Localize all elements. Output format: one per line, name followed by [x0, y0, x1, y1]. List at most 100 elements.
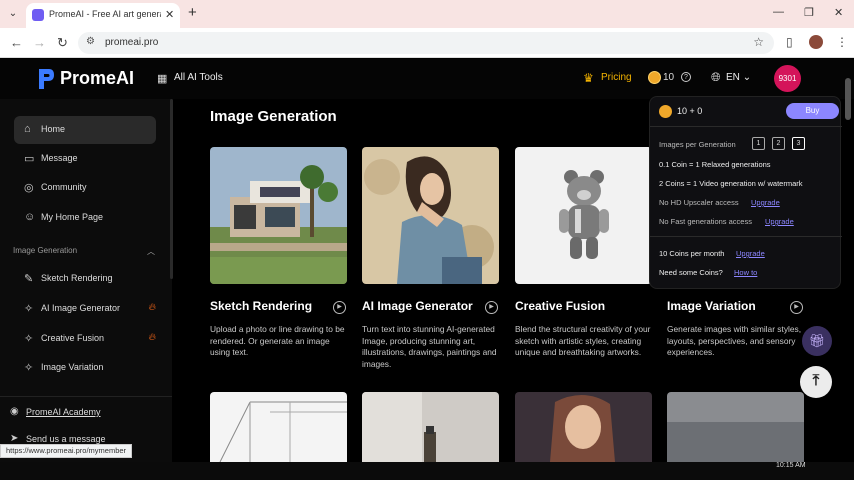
sidebar-item-label: Community [41, 182, 87, 192]
upgrade-plan-link[interactable]: Upgrade [736, 249, 765, 258]
language-selector[interactable]: EN ⌄ [726, 72, 751, 83]
hot-fire-icon: 🔥︎ [148, 302, 156, 313]
card-desc-sketch-rendering: Upload a photo or line drawing to be ren… [210, 324, 345, 357]
academy-link[interactable]: PromeAI Academy [26, 407, 101, 417]
relaxed-rate-text: 0.1 Coin = 1 Relaxed generations [659, 160, 771, 169]
message-icon: ▭ [24, 153, 35, 165]
user-avatar[interactable]: 9301 [774, 65, 801, 92]
send-message-link[interactable]: Send us a message [26, 434, 106, 444]
card-image-row2-3[interactable] [515, 392, 652, 462]
sidebar-item-ai-image-generator[interactable]: ✧ AI Image Generator 🔥︎ [14, 295, 156, 323]
site-info-icon[interactable]: ⚙ [86, 36, 95, 47]
upgrade-hd-link[interactable]: Upgrade [751, 198, 780, 207]
restore-icon[interactable]: ❐ [804, 6, 814, 19]
gift-icon[interactable]: 🎁︎ [802, 326, 832, 356]
card-title-image-variation[interactable]: Image Variation [667, 299, 756, 313]
sidebar-divider [0, 396, 172, 397]
images-per-generation-label: Images per Generation [659, 140, 736, 149]
buy-button[interactable]: Buy [786, 103, 839, 119]
sparkle-icon: ✧ [24, 303, 34, 315]
card-image-row2-1[interactable] [210, 392, 347, 462]
profile-avatar[interactable] [809, 35, 823, 49]
sidebar-item-creative-fusion[interactable]: ✧ Creative Fusion 🔥︎ [14, 325, 156, 353]
need-coins-text: Need some Coins? [659, 268, 723, 277]
coin-icon[interactable] [648, 71, 661, 84]
card-title-sketch-rendering[interactable]: Sketch Rendering [210, 299, 312, 313]
coins-popover: 10 + 0 Buy Images per Generation 1 2 3 0… [649, 96, 842, 289]
new-tab-icon[interactable]: + [188, 4, 197, 21]
sidebar-item-label: AI Image Generator [41, 303, 121, 313]
card-image-row2-2[interactable] [362, 392, 499, 462]
user-icon: ☺ [24, 211, 36, 223]
globe-icon[interactable]: 🌐︎ [711, 70, 721, 85]
card-desc-ai-image-generator: Turn text into stunning AI-generated Ima… [362, 324, 497, 369]
play-arrow-icon[interactable]: ▶ [333, 301, 346, 314]
sidebar-item-my-home-page[interactable]: ☺ My Home Page [14, 204, 156, 232]
tab-search-icon[interactable]: ⌄ [6, 7, 20, 21]
help-icon[interactable]: ? [681, 72, 691, 82]
no-fast-text: No Fast generations access [659, 217, 752, 226]
play-arrow-icon[interactable]: ▶ [485, 301, 498, 314]
back-icon[interactable]: ← [10, 35, 23, 50]
card-title-creative-fusion[interactable]: Creative Fusion [515, 299, 605, 313]
divider [650, 236, 842, 237]
address-bar[interactable]: ⚙ promeai.pro ☆ [78, 32, 774, 54]
pricing-link[interactable]: Pricing [601, 72, 632, 83]
images-option-2[interactable]: 2 [772, 137, 785, 150]
bookmark-star-icon[interactable]: ☆ [753, 35, 764, 49]
community-icon: ◎ [24, 182, 34, 194]
coins-per-month-text: 10 Coins per month [659, 249, 725, 258]
promeai-logo-icon[interactable] [37, 67, 55, 91]
images-option-3[interactable]: 3 [792, 137, 805, 150]
images-option-1[interactable]: 1 [752, 137, 765, 150]
sidebar-section-title[interactable]: Image Generation [13, 246, 77, 255]
chevron-up-icon[interactable]: ︿ [147, 246, 155, 257]
ai-image-generator-image[interactable] [362, 147, 499, 284]
promeai-favicon-icon [32, 9, 44, 21]
no-hd-text: No HD Upscaler access [659, 198, 739, 207]
coin-icon [659, 105, 672, 118]
card-image-row2-4[interactable] [667, 392, 804, 462]
link-status-bar: https://www.promeai.pro/mymember [0, 444, 133, 458]
app-header: PromeAI ▦ All AI Tools ♛ Pricing 10 ? 🌐︎… [0, 59, 854, 99]
home-icon: ⌂ [24, 123, 31, 135]
brush-icon: ✎ [24, 273, 34, 285]
logo-text[interactable]: PromeAI [60, 68, 134, 89]
page-scrollbar[interactable] [845, 78, 851, 120]
academy-icon: ◉ [10, 406, 19, 417]
sidebar-item-home[interactable]: ⌂ Home [14, 116, 156, 144]
sketch-rendering-image[interactable] [210, 147, 347, 284]
close-window-icon[interactable]: ✕ [834, 6, 843, 19]
url-text[interactable]: promeai.pro [105, 37, 158, 48]
forward-icon[interactable]: → [33, 35, 46, 50]
upgrade-fast-link[interactable]: Upgrade [765, 217, 794, 226]
creative-fusion-image[interactable] [515, 147, 652, 284]
close-tab-icon[interactable]: ✕ [165, 8, 174, 21]
card-title-ai-image-generator[interactable]: AI Image Generator [362, 299, 473, 313]
hot-fire-icon: 🔥︎ [148, 332, 156, 343]
reload-icon[interactable]: ↻ [57, 35, 68, 51]
crown-icon[interactable]: ♛ [583, 71, 594, 85]
minimize-icon[interactable]: — [773, 6, 784, 18]
chevron-down-icon: ⌄ [742, 72, 752, 83]
sidebar-item-sketch-rendering[interactable]: ✎ Sketch Rendering [14, 265, 156, 293]
language-label: EN [726, 72, 740, 83]
sidebar-item-message[interactable]: ▭ Message [14, 145, 156, 173]
coin-total: 10 + 0 [677, 106, 703, 116]
sidebar: ⌂ Home ▭ Message ◎ Community ☺ My Home P… [0, 99, 173, 462]
back-to-top-icon[interactable]: ⤒ [800, 366, 832, 398]
divider [650, 126, 842, 127]
menu-icon[interactable]: ⋮ [836, 35, 848, 49]
side-panel-icon[interactable]: ▯ [786, 35, 793, 49]
sidebar-item-community[interactable]: ◎ Community [14, 174, 156, 202]
play-arrow-icon[interactable]: ▶ [790, 301, 803, 314]
grid-icon[interactable]: ▦ [157, 72, 167, 85]
sidebar-item-image-variation[interactable]: ✧ Image Variation [14, 354, 156, 382]
coin-count[interactable]: 10 [663, 72, 674, 83]
variation-icon: ✧ [24, 362, 34, 374]
browser-tab-bar: ⌄ PromeAI - Free AI art generator ✕ + — … [0, 0, 854, 28]
tab-title: PromeAI - Free AI art generator [49, 9, 161, 19]
all-tools-link[interactable]: All AI Tools [174, 72, 223, 83]
how-to-link[interactable]: How to [734, 268, 757, 277]
browser-tab[interactable]: PromeAI - Free AI art generator ✕ [26, 3, 180, 28]
